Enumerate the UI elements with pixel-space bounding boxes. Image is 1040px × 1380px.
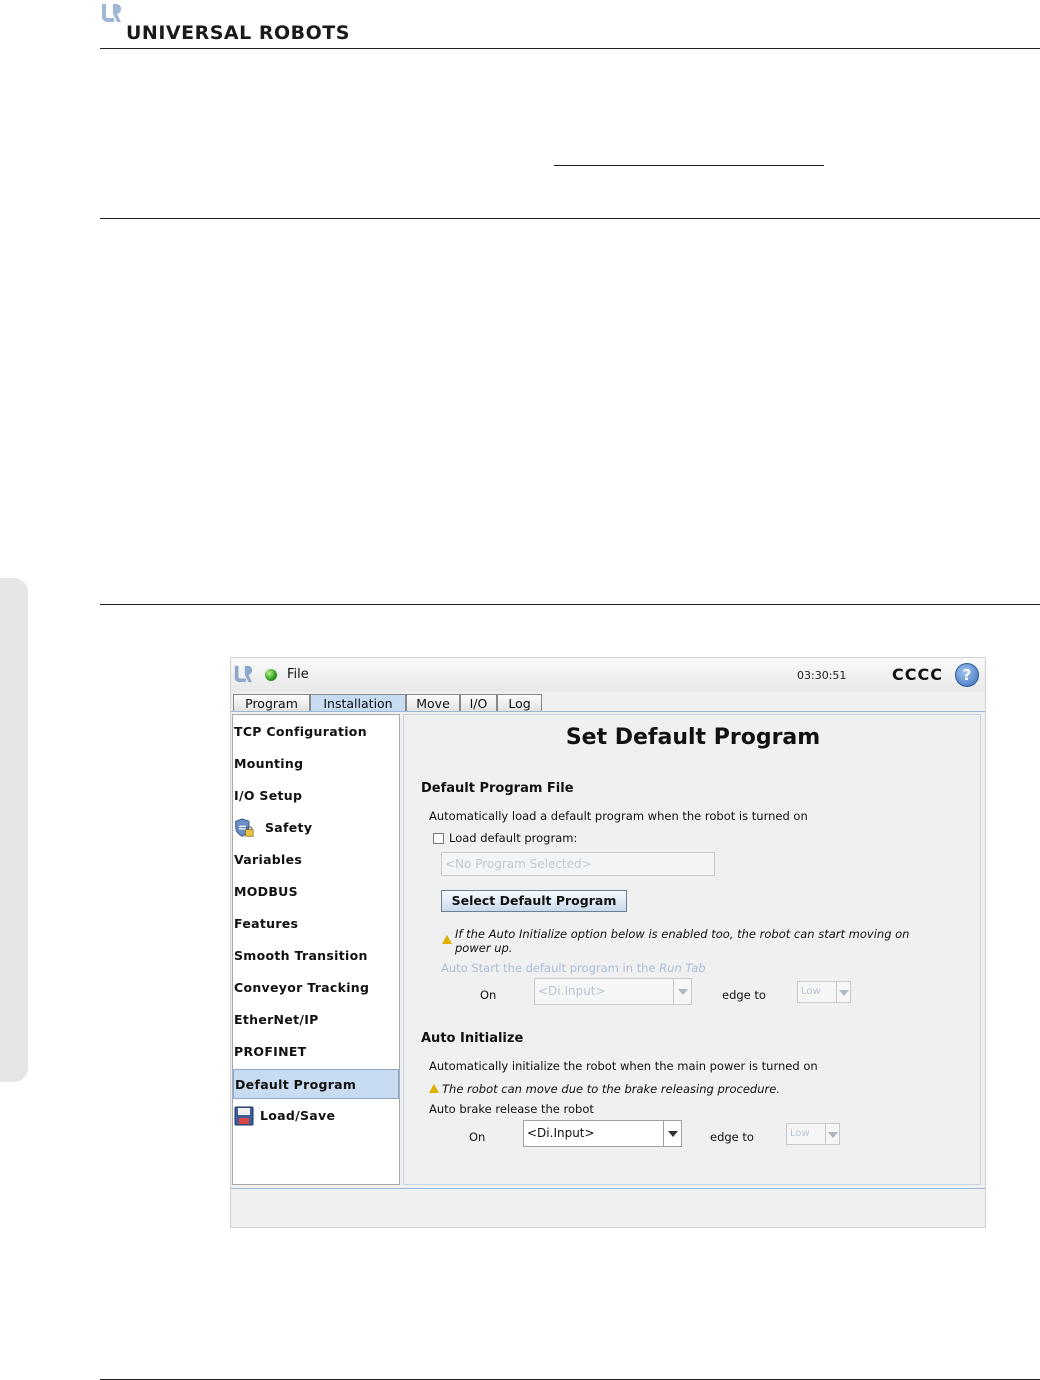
sidebar-item-label: Features [234, 916, 299, 931]
sidebar-item-label: Default Program [235, 1077, 357, 1092]
ur-logo-icon [102, 4, 121, 22]
sidebar-item-label: PROFINET [234, 1044, 307, 1059]
section-rule [100, 218, 1040, 219]
default-program-field: <No Program Selected> [441, 852, 715, 876]
auto-init-edge-label: edge to [710, 1130, 754, 1144]
load-default-program-label: Load default program: [449, 831, 578, 845]
page-side-tab [0, 578, 28, 1082]
auto-init-description: Automatically initialize the robot when … [429, 1059, 818, 1073]
sidebar-item-label: Smooth Transition [234, 948, 368, 963]
tab-move[interactable]: Move [406, 694, 460, 711]
tab-io[interactable]: I/O [460, 694, 497, 711]
auto-init-input-select[interactable]: <Di.Input> [523, 1120, 682, 1147]
safety-shield-lock-icon [235, 818, 254, 837]
sidebar-item-default-program[interactable]: Default Program [233, 1069, 399, 1099]
default-program-panel: Set Default Program Default Program File… [403, 714, 981, 1185]
page-title: Set Default Program [565, 725, 821, 750]
sidebar-item-label: I/O Setup [234, 788, 303, 803]
select-value: <Di.Input> [538, 984, 606, 998]
sidebar-item-conveyor-tracking[interactable]: Conveyor Tracking [233, 973, 399, 1003]
sidebar-item-modbus[interactable]: MODBUS [233, 877, 399, 907]
auto-start-text: Auto Start the default program in the [441, 961, 656, 975]
tab-log[interactable]: Log [497, 694, 542, 711]
auto-start-level-select: Low [797, 981, 851, 1003]
sidebar-item-features[interactable]: Features [233, 909, 399, 939]
auto-start-warning-line1: If the Auto Initialize option below is e… [455, 927, 910, 941]
ur-logo-icon [234, 665, 253, 683]
robot-name: CCCC [892, 665, 943, 684]
auto-brake-label: Auto brake release the robot [429, 1102, 594, 1116]
tab-program[interactable]: Program [233, 694, 310, 711]
sidebar-item-tcp-configuration[interactable]: TCP Configuration [233, 717, 399, 747]
sidebar-item-label: TCP Configuration [234, 724, 367, 739]
sidebar-item-label: Safety [265, 820, 313, 835]
sidebar-item-io-setup[interactable]: I/O Setup [233, 781, 399, 811]
blank-underline [554, 165, 824, 166]
auto-start-warning-line2: power up. [455, 941, 513, 955]
tab-installation[interactable]: Installation [310, 694, 406, 711]
brand-name: UNIVERSAL ROBOTS [126, 22, 350, 44]
help-icon[interactable]: ? [955, 663, 979, 687]
chevron-down-icon [836, 982, 850, 1002]
sidebar-item-load-save[interactable]: Load/Save [233, 1101, 399, 1131]
auto-init-on-label: On [469, 1130, 486, 1144]
section-heading-auto-initialize: Auto Initialize [421, 1031, 524, 1046]
sidebar-item-label: Load/Save [260, 1108, 336, 1123]
default-file-description: Automatically load a default program whe… [429, 809, 808, 823]
select-value: Low [790, 1128, 810, 1139]
sidebar-item-mounting[interactable]: Mounting [233, 749, 399, 779]
auto-start-edge-label: edge to [722, 988, 766, 1002]
warning-icon [442, 935, 452, 944]
auto-init-level-select: Low [786, 1123, 840, 1145]
load-default-program-checkbox[interactable] [433, 833, 444, 844]
sidebar-item-safety[interactable]: Safety [233, 813, 399, 843]
top-bar: File 03:30:51 CCCC ? [231, 658, 985, 692]
floppy-disk-icon [234, 1106, 254, 1126]
brake-warning: The robot can move due to the brake rele… [442, 1082, 780, 1096]
select-value: Low [801, 986, 821, 997]
chevron-down-icon [673, 979, 691, 1004]
chevron-down-icon [825, 1124, 839, 1144]
section-rule [100, 604, 1040, 605]
select-default-program-button[interactable]: Select Default Program [441, 890, 627, 912]
sidebar-item-label: Mounting [234, 756, 304, 771]
section-heading-default-file: Default Program File [421, 781, 574, 796]
select-value: <Di.Input> [527, 1126, 595, 1140]
auto-start-run-tab: Run Tab [659, 961, 706, 975]
sidebar-item-profinet[interactable]: PROFINET [233, 1037, 399, 1067]
sidebar-item-label: Conveyor Tracking [234, 980, 370, 995]
clock: 03:30:51 [797, 669, 847, 682]
auto-start-label: Auto Start the default program in the Ru… [441, 961, 706, 975]
sidebar-item-label: EtherNet/IP [234, 1012, 319, 1027]
content-area: TCP Configuration Mounting I/O Setup Saf… [231, 711, 985, 1189]
sidebar-item-variables[interactable]: Variables [233, 845, 399, 875]
sidebar-item-smooth-transition[interactable]: Smooth Transition [233, 941, 399, 971]
sidebar-item-label: MODBUS [234, 884, 298, 899]
header-rule [100, 48, 1040, 49]
auto-start-input-select: <Di.Input> [534, 978, 692, 1005]
sidebar-item-ethernet-ip[interactable]: EtherNet/IP [233, 1005, 399, 1035]
robot-status-icon [265, 669, 277, 681]
installation-sidebar: TCP Configuration Mounting I/O Setup Saf… [232, 714, 400, 1185]
polyscope-window: File 03:30:51 CCCC ? Program Installatio… [230, 657, 986, 1228]
sidebar-item-label: Variables [234, 852, 303, 867]
file-menu[interactable]: File [287, 667, 309, 682]
warning-icon [429, 1084, 439, 1093]
chevron-down-icon[interactable] [663, 1121, 681, 1146]
auto-start-on-label: On [480, 988, 497, 1002]
